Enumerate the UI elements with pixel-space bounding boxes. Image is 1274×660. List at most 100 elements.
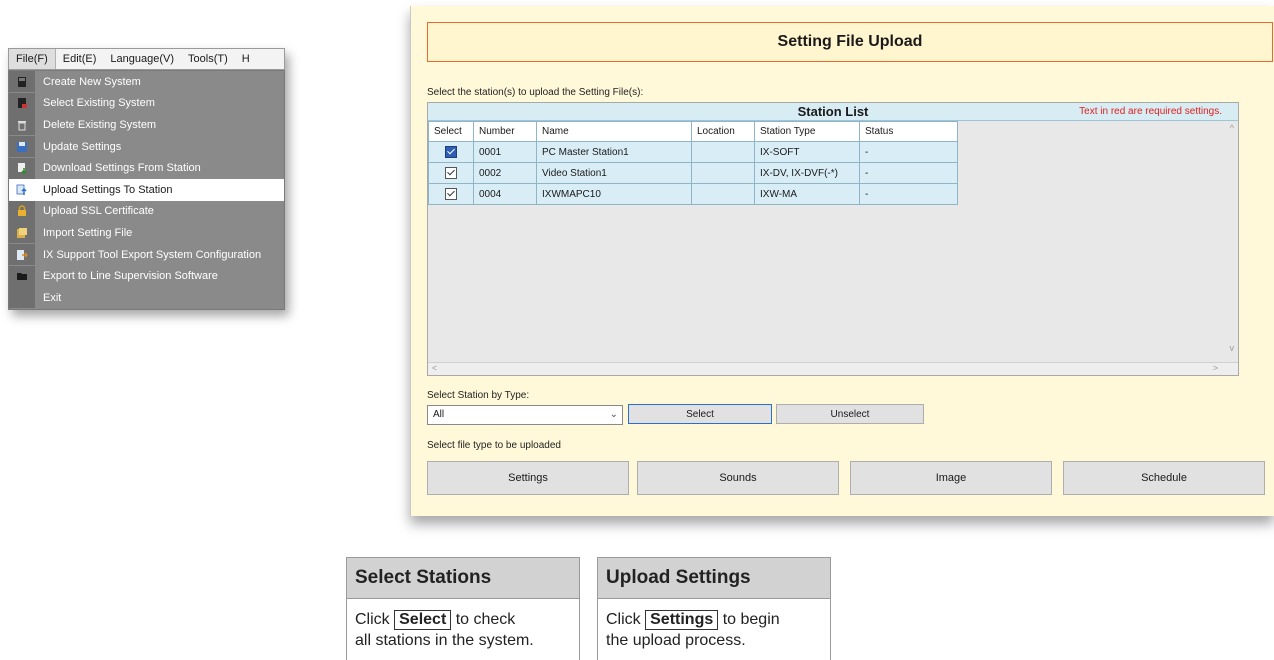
name-cell: PC Master Station1 (536, 141, 692, 163)
station-list-panel: Station List Text in red are required se… (427, 102, 1239, 376)
select-cell[interactable] (428, 141, 474, 163)
table-row[interactable]: 0004 IXWMAPC10 IXW-MA - (428, 183, 958, 205)
number-cell: 0002 (473, 162, 537, 184)
location-cell (691, 141, 755, 163)
menu-item-label: Update Settings (43, 140, 122, 153)
menu-item-label: Upload SSL Certificate (43, 205, 154, 218)
callout-button-reference: Select (394, 610, 452, 630)
lock-icon (9, 200, 35, 222)
menu-item-label: Create New System (43, 75, 141, 88)
scroll-down-arrow-icon[interactable]: v (1230, 343, 1235, 353)
callout-prefix: Click (355, 611, 390, 628)
menu-tools[interactable]: Tools(T) (181, 49, 235, 69)
menu-item-label: IX Support Tool Export System Configurat… (43, 248, 262, 261)
menu-item-label: Import Setting File (43, 226, 133, 239)
column-header-station-type[interactable]: Station Type (754, 121, 860, 142)
export-icon (9, 244, 35, 266)
menu-item-label: Exit (43, 291, 62, 304)
scroll-left-arrow-icon[interactable]: < (432, 363, 437, 373)
callout-body: Click Settings to begin the upload proce… (598, 599, 830, 651)
save-icon (9, 136, 35, 158)
callout-title: Upload Settings (598, 558, 830, 599)
menu-item-download-settings[interactable]: Download Settings From Station (9, 157, 284, 179)
menu-edit[interactable]: Edit(E) (56, 49, 104, 69)
select-stations-instruction: Select the station(s) to upload the Sett… (427, 87, 644, 98)
select-cell[interactable] (428, 162, 474, 184)
table-row[interactable]: 0001 PC Master Station1 IX-SOFT - (428, 141, 958, 163)
name-cell: IXWMAPC10 (536, 183, 692, 205)
menu-item-import-setting-file[interactable]: Import Setting File (9, 222, 284, 244)
file-dropdown: Create New System Select Existing System… (8, 70, 285, 310)
station-type-value: All (433, 409, 445, 420)
row-checkbox[interactable] (445, 146, 457, 158)
callout-suffix: to begin (722, 611, 780, 628)
settings-button[interactable]: Settings (427, 461, 629, 495)
callout-line-1: Click Settings to begin (606, 609, 822, 630)
column-header-name[interactable]: Name (536, 121, 692, 142)
menu-item-create-new-system[interactable]: Create New System (9, 71, 284, 93)
status-cell: - (859, 162, 958, 184)
download-icon (9, 157, 35, 179)
page-title: Setting File Upload (427, 22, 1273, 62)
select-cell[interactable] (428, 183, 474, 205)
select-system-icon (9, 92, 35, 114)
row-checkbox[interactable] (445, 188, 457, 200)
station-list-header: Station List Text in red are required se… (428, 103, 1238, 121)
table-header-row: Select Number Name Location Station Type… (428, 121, 958, 142)
station-type-dropdown[interactable]: All ⌄ (427, 405, 623, 425)
menu-item-export-line-supervision[interactable]: Export to Line Supervision Software (9, 265, 284, 287)
number-cell: 0004 (473, 183, 537, 205)
scroll-up-arrow-icon[interactable]: ^ (1230, 123, 1234, 133)
menu-item-label: Delete Existing System (43, 118, 157, 131)
station-type-cell: IXW-MA (754, 183, 860, 205)
menu-item-upload-ssl-certificate[interactable]: Upload SSL Certificate (9, 200, 284, 223)
menu-help[interactable]: H (235, 49, 257, 69)
select-button[interactable]: Select (628, 404, 772, 424)
file-type-label: Select file type to be uploaded (427, 440, 561, 451)
location-cell (691, 162, 755, 184)
station-type-cell: IX-DV, IX-DVF(-*) (754, 162, 860, 184)
callout-body: Click Select to check all stations in th… (347, 599, 579, 651)
station-table: Select Number Name Location Station Type… (428, 121, 958, 205)
menu-item-label: Download Settings From Station (43, 162, 201, 175)
table-row[interactable]: 0002 Video Station1 IX-DV, IX-DVF(-*) - (428, 162, 958, 184)
new-system-icon (9, 71, 35, 93)
callout-line-2: the upload process. (606, 632, 746, 649)
menu-item-delete-existing-system[interactable]: Delete Existing System (9, 114, 284, 136)
station-type-cell: IX-SOFT (754, 141, 860, 163)
sounds-button[interactable]: Sounds (637, 461, 839, 495)
menu-item-upload-settings[interactable]: Upload Settings To Station (9, 178, 284, 201)
menu-item-label: Upload Settings To Station (43, 183, 173, 196)
callout-line-2: all stations in the system. (355, 632, 534, 649)
menu-item-exit[interactable]: Exit (9, 287, 284, 309)
column-header-location[interactable]: Location (691, 121, 755, 142)
name-cell: Video Station1 (536, 162, 692, 184)
select-by-type-label: Select Station by Type: (427, 390, 530, 401)
scroll-right-arrow-icon[interactable]: > (1213, 363, 1218, 373)
horizontal-scrollbar[interactable]: < > (428, 362, 1238, 375)
callout-suffix: to check (455, 611, 516, 628)
menu-language[interactable]: Language(V) (103, 49, 181, 69)
image-button[interactable]: Image (850, 461, 1052, 495)
column-header-status[interactable]: Status (859, 121, 958, 142)
status-cell: - (859, 141, 958, 163)
trash-icon (9, 114, 35, 136)
upload-icon (9, 179, 35, 201)
menu-item-label: Export to Line Supervision Software (43, 270, 218, 283)
callout-title: Select Stations (347, 558, 579, 599)
callout-line-1: Click Select to check (355, 609, 571, 630)
status-cell: - (859, 183, 958, 205)
unselect-button[interactable]: Unselect (776, 404, 924, 424)
column-header-number[interactable]: Number (473, 121, 537, 142)
row-checkbox[interactable] (445, 167, 457, 179)
menu-item-update-settings[interactable]: Update Settings (9, 136, 284, 158)
column-header-select[interactable]: Select (428, 121, 474, 142)
menu-file[interactable]: File(F) (9, 49, 56, 69)
menu-item-ix-support-tool-export[interactable]: IX Support Tool Export System Configurat… (9, 244, 284, 266)
location-cell (691, 183, 755, 205)
menu-item-select-existing-system[interactable]: Select Existing System (9, 92, 284, 115)
schedule-button[interactable]: Schedule (1063, 461, 1265, 495)
callout-select-stations: Select Stations Click Select to check al… (346, 557, 580, 660)
menu-bar: File(F) Edit(E) Language(V) Tools(T) H (8, 48, 285, 70)
callout-button-reference: Settings (645, 610, 719, 630)
